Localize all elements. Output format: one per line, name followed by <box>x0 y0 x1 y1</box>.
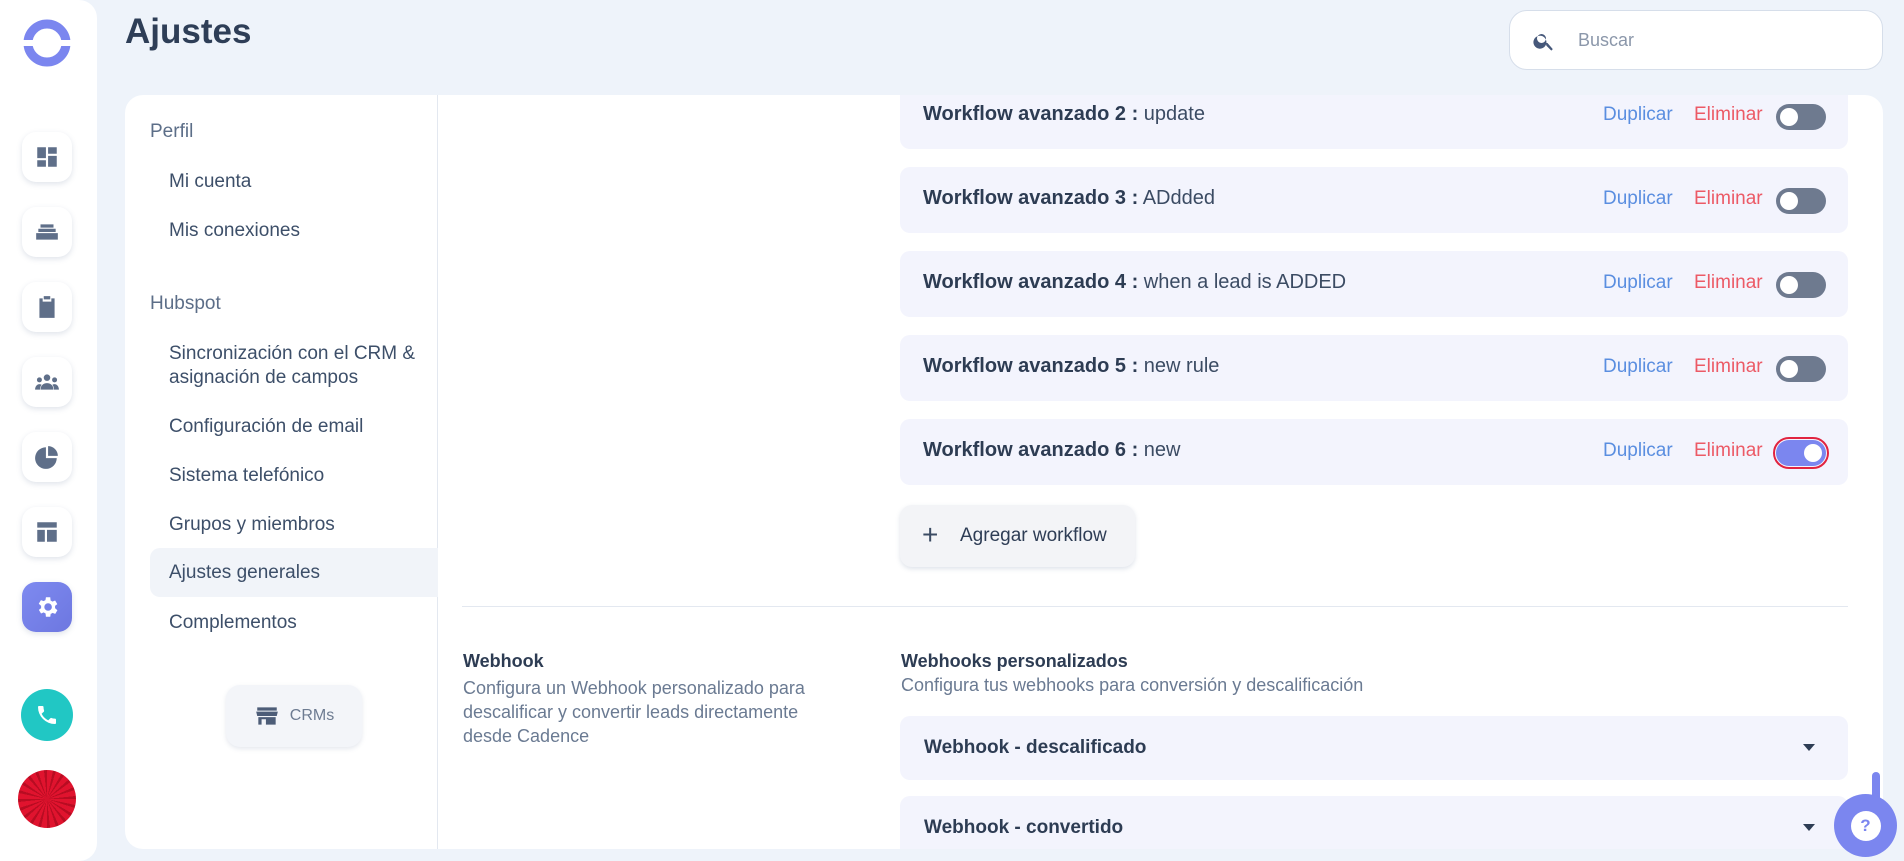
inbox-icon[interactable] <box>22 207 72 257</box>
duplicate-button[interactable]: Duplicar <box>1603 440 1673 462</box>
nav-item-email-config[interactable]: Configuración de email <box>150 415 438 439</box>
webhook-dropdown-label: Webhook - descalificado <box>924 737 1147 758</box>
workflow-toggle[interactable] <box>1773 437 1829 469</box>
nav-item-general-settings[interactable]: Ajustes generales <box>150 548 438 597</box>
workflow-name: Workflow avanzado 5 : <box>923 355 1139 377</box>
toggle-knob <box>1780 360 1798 378</box>
workflow-row: Workflow avanzado 5 : new rule Duplicar … <box>900 335 1848 401</box>
dashboard-icon[interactable] <box>22 132 72 182</box>
nav-section-hubspot: Hubspot <box>150 293 221 314</box>
search-box[interactable] <box>1509 10 1883 70</box>
phone-button[interactable] <box>21 689 73 741</box>
workflow-toggle[interactable] <box>1776 356 1826 382</box>
settings-nav: Perfil Mi cuenta Mis conexiones Hubspot … <box>125 95 438 849</box>
duplicate-button[interactable]: Duplicar <box>1603 272 1673 294</box>
nav-section-perfil: Perfil <box>150 121 194 142</box>
custom-webhooks-description: Configura tus webhooks para conversión y… <box>901 675 1364 695</box>
workflow-toggle[interactable] <box>1776 188 1826 214</box>
reports-icon[interactable] <box>22 432 72 482</box>
workflow-value: when a lead is ADDED <box>1143 271 1347 293</box>
help-button[interactable]: ? <box>1834 794 1897 857</box>
delete-button[interactable]: Eliminar <box>1694 104 1763 126</box>
chevron-down-icon <box>1803 824 1815 831</box>
contacts-icon[interactable] <box>22 357 72 407</box>
divider <box>462 606 1848 607</box>
toggle-knob <box>1780 108 1798 126</box>
settings-card: Perfil Mi cuenta Mis conexiones Hubspot … <box>125 95 1883 849</box>
delete-button[interactable]: Eliminar <box>1694 356 1763 378</box>
workflow-value: ADdded <box>1142 187 1215 209</box>
templates-icon[interactable] <box>22 507 72 557</box>
workflow-row: Workflow avanzado 6 : new Duplicar Elimi… <box>900 419 1848 485</box>
workflow-name: Workflow avanzado 4 : <box>923 271 1139 293</box>
nav-item-groups-members[interactable]: Grupos y miembros <box>150 513 438 537</box>
chevron-down-icon <box>1803 744 1815 751</box>
toggle-knob <box>1780 276 1798 294</box>
avatar[interactable] <box>18 770 76 828</box>
store-icon <box>255 707 278 725</box>
webhook-title: Webhook <box>463 651 544 671</box>
workflow-value: new rule <box>1143 355 1220 377</box>
webhook-dropdown-label: Webhook - convertido <box>924 817 1124 838</box>
delete-button[interactable]: Eliminar <box>1694 272 1763 294</box>
workflow-row: Workflow avanzado 3 : ADdded Duplicar El… <box>900 167 1848 233</box>
workflow-name: Workflow avanzado 2 : <box>923 103 1139 125</box>
app-logo-icon[interactable] <box>22 18 72 68</box>
webhook-description: Configura un Webhook personalizado para … <box>463 678 805 746</box>
plus-icon: + <box>922 519 939 550</box>
delete-button[interactable]: Eliminar <box>1694 440 1763 462</box>
duplicate-button[interactable]: Duplicar <box>1603 104 1673 126</box>
duplicate-button[interactable]: Duplicar <box>1603 188 1673 210</box>
settings-icon[interactable] <box>22 582 72 632</box>
left-rail <box>0 0 97 861</box>
page-title: Ajustes <box>125 12 252 51</box>
delete-button[interactable]: Eliminar <box>1694 188 1763 210</box>
phone-icon <box>38 706 56 724</box>
workflow-name: Workflow avanzado 3 : <box>923 187 1139 209</box>
workflow-value: update <box>1143 103 1205 125</box>
nav-item-crm-sync[interactable]: Sincronización con el CRM & asignación d… <box>150 342 420 390</box>
help-icon: ? <box>1850 810 1881 841</box>
duplicate-button[interactable]: Duplicar <box>1603 356 1673 378</box>
nav-item-complementos[interactable]: Complementos <box>150 611 438 635</box>
toggle-knob <box>1804 444 1822 462</box>
crms-button[interactable]: CRMs <box>226 685 362 747</box>
add-workflow-label: Agregar workflow <box>960 525 1107 546</box>
search-icon <box>1533 34 1553 51</box>
webhook-dropdown-convertido[interactable]: Webhook - convertido <box>900 796 1848 849</box>
nav-item-mis-conexiones[interactable]: Mis conexiones <box>150 219 438 243</box>
add-workflow-button[interactable]: + Agregar workflow <box>900 505 1135 567</box>
toggle-knob <box>1780 192 1798 210</box>
search-input[interactable] <box>1578 25 1868 55</box>
workflow-toggle[interactable] <box>1776 272 1826 298</box>
nav-item-mi-cuenta[interactable]: Mi cuenta <box>150 170 438 194</box>
crms-button-label: CRMs <box>289 707 335 724</box>
workflow-toggle[interactable] <box>1776 104 1826 130</box>
clipboard-icon[interactable] <box>22 282 72 332</box>
workflow-value: new <box>1143 439 1181 461</box>
custom-webhooks-title: Webhooks personalizados <box>901 651 1128 671</box>
webhook-dropdown-descalificado[interactable]: Webhook - descalificado <box>900 716 1848 780</box>
workflow-row: Workflow avanzado 2 : update Duplicar El… <box>900 95 1848 149</box>
workflow-name: Workflow avanzado 6 : <box>923 439 1139 461</box>
nav-item-phone-system[interactable]: Sistema telefónico <box>150 464 438 488</box>
workflow-row: Workflow avanzado 4 : when a lead is ADD… <box>900 251 1848 317</box>
